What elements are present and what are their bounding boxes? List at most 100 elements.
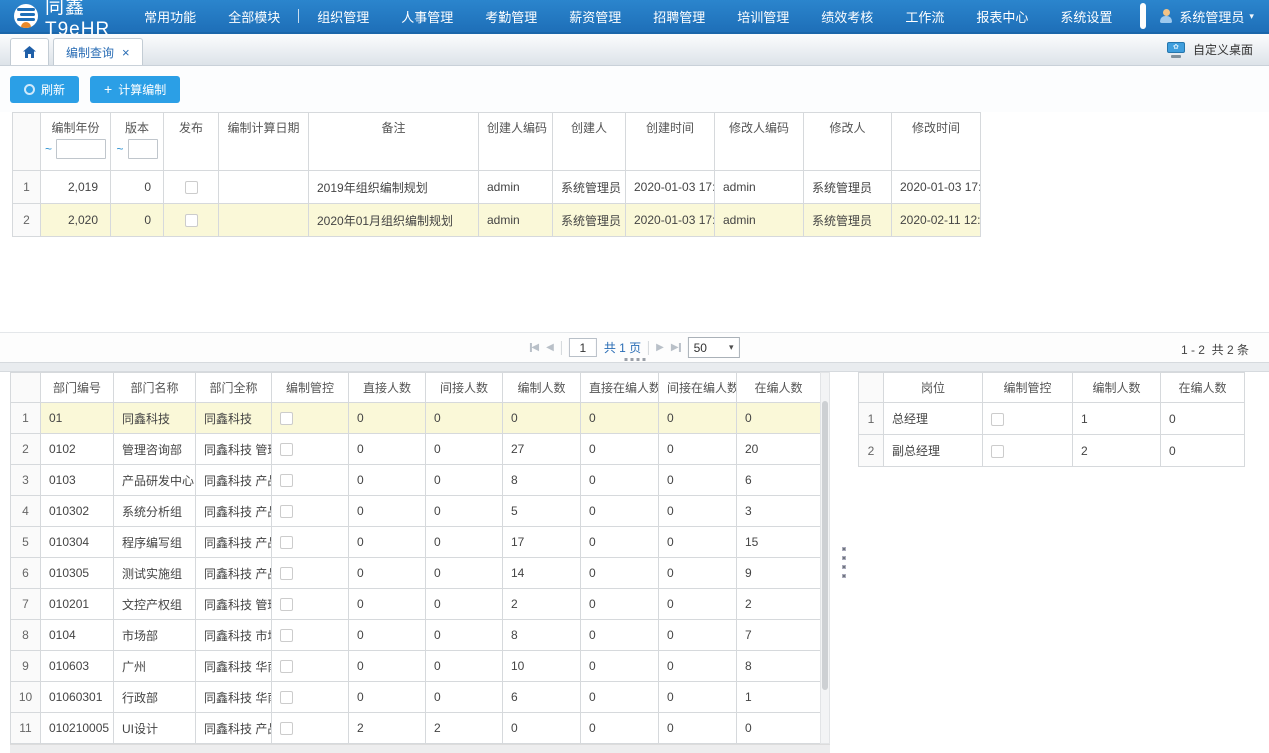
horizontal-splitter[interactable] [0, 362, 1269, 372]
header-dept-code[interactable]: 部门编号 [41, 373, 114, 403]
quota-control-checkbox[interactable] [280, 443, 293, 456]
department-row[interactable]: 5 010304 程序编写组 同鑫科技 产品研发 0 0 17 0 0 15 [11, 527, 821, 558]
customize-desktop-button[interactable]: 自定义桌面 [1166, 34, 1253, 65]
menu-item-organization[interactable]: 组织管理 [301, 0, 385, 32]
quota-control-checkbox[interactable] [280, 505, 293, 518]
menu-item-performance[interactable]: 绩效考核 [805, 0, 889, 32]
quota-control-checkbox[interactable] [280, 412, 293, 425]
header-creator[interactable]: 创建人 [553, 113, 626, 171]
department-row[interactable]: 6 010305 测试实施组 同鑫科技 产品研发 0 0 14 0 0 9 [11, 558, 821, 589]
quota-control-checkbox[interactable] [280, 722, 293, 735]
menu-item-recruit[interactable]: 招聘管理 [637, 0, 721, 32]
first-page-button[interactable]: ◀ [529, 342, 539, 353]
cell-dept-code: 010304 [41, 527, 114, 558]
quota-control-checkbox[interactable] [280, 660, 293, 673]
cell-onboard-count: 0 [737, 713, 821, 744]
tab-bianzhi-query[interactable]: 编制查询 × [53, 38, 143, 65]
quota-control-checkbox[interactable] [280, 567, 293, 580]
quota-control-checkbox[interactable] [280, 536, 293, 549]
cell-direct-onboard: 0 [581, 651, 659, 682]
header-quota-control[interactable]: 编制管控 [983, 373, 1073, 403]
menu-item-common[interactable]: 常用功能 [128, 0, 212, 32]
row-number: 2 [13, 204, 41, 237]
post-row[interactable]: 2 副总经理 2 0 [859, 435, 1245, 467]
tab-home[interactable] [10, 38, 49, 65]
department-row[interactable]: 11 010210005 UI设计 同鑫科技 产品研发 2 2 0 0 0 0 [11, 713, 821, 744]
last-page-button[interactable]: ▶ [671, 342, 681, 353]
publish-checkbox[interactable] [185, 181, 198, 194]
header-direct-onboard[interactable]: 直接在编人数 [581, 373, 659, 403]
header-version[interactable]: 版本 ~ [111, 113, 164, 171]
header-create-time[interactable]: 创建时间 [626, 113, 715, 171]
page-size-select[interactable]: 50 ▾ [688, 337, 740, 358]
department-row[interactable]: 10 01060301 行政部 同鑫科技 华南基地 0 0 6 0 0 1 [11, 682, 821, 713]
header-onboard-count[interactable]: 在编人数 [1161, 373, 1245, 403]
header-creator-code[interactable]: 创建人编码 [479, 113, 553, 171]
header-indirect-count[interactable]: 间接人数 [426, 373, 503, 403]
year-filter-input[interactable] [56, 139, 106, 159]
header-publish[interactable]: 发布 [164, 113, 219, 171]
header-remark[interactable]: 备注 [309, 113, 479, 171]
header-post[interactable]: 岗位 [884, 373, 983, 403]
plan-table-row[interactable]: 2 2,020 0 2020年01月组织编制规划 admin 系统管理员 202… [13, 204, 981, 237]
header-quota-count[interactable]: 编制人数 [503, 373, 581, 403]
menu-item-reports[interactable]: 报表中心 [960, 0, 1044, 32]
menu-item-settings[interactable]: 系统设置 [1044, 0, 1128, 32]
splitter-drag-handle[interactable] [842, 547, 846, 578]
header-indirect-onboard[interactable]: 间接在编人数 [659, 373, 737, 403]
header-modifier-code[interactable]: 修改人编码 [715, 113, 804, 171]
close-icon[interactable]: × [122, 46, 130, 59]
department-row[interactable]: 1 01 同鑫科技 同鑫科技 0 0 0 0 0 0 [11, 403, 821, 434]
row-number: 5 [11, 527, 41, 558]
header-dept-name[interactable]: 部门名称 [114, 373, 196, 403]
menu-item-attendance[interactable]: 考勤管理 [469, 0, 553, 32]
header-dept-fullname[interactable]: 部门全称 [196, 373, 272, 403]
quota-control-checkbox[interactable] [280, 598, 293, 611]
cell-indirect-onboard: 0 [659, 620, 737, 651]
department-row[interactable]: 4 010302 系统分析组 同鑫科技 产品研发 0 0 5 0 0 3 [11, 496, 821, 527]
plan-table-row[interactable]: 1 2,019 0 2019年组织编制规划 admin 系统管理员 2020-0… [13, 171, 981, 204]
department-row[interactable]: 2 0102 管理咨询部 同鑫科技 管理咨询 0 0 27 0 0 20 [11, 434, 821, 465]
row-number: 9 [11, 651, 41, 682]
publish-checkbox[interactable] [185, 214, 198, 227]
refresh-button[interactable]: 刷新 [10, 76, 79, 103]
scrollbar-thumb[interactable] [822, 401, 828, 690]
post-row[interactable]: 1 总经理 1 0 [859, 403, 1245, 435]
prev-page-button[interactable]: ◀ [546, 342, 554, 353]
vertical-splitter[interactable] [830, 372, 858, 753]
vertical-scrollbar[interactable] [820, 372, 830, 744]
row-number: 6 [11, 558, 41, 589]
quota-control-checkbox[interactable] [991, 413, 1004, 426]
version-filter-input[interactable] [128, 139, 158, 159]
splitter-drag-handle[interactable] [624, 358, 645, 361]
header-quota-control[interactable]: 编制管控 [272, 373, 349, 403]
horizontal-scrollbar[interactable] [10, 744, 830, 753]
user-menu[interactable]: 系统管理员 ▾ [1146, 7, 1267, 26]
department-row[interactable]: 7 010201 文控产权组 同鑫科技 管理咨询 0 0 2 0 0 2 [11, 589, 821, 620]
quota-control-checkbox[interactable] [280, 629, 293, 642]
department-row[interactable]: 9 010603 广州 同鑫科技 华南基地 0 0 10 0 0 8 [11, 651, 821, 682]
menu-item-workflow[interactable]: 工作流 [889, 0, 960, 32]
cell-dept-code: 010603 [41, 651, 114, 682]
header-calc-date[interactable]: 编制计算日期 [219, 113, 309, 171]
header-onboard-count[interactable]: 在编人数 [737, 373, 821, 403]
header-modifier[interactable]: 修改人 [804, 113, 892, 171]
menu-item-salary[interactable]: 薪资管理 [553, 0, 637, 32]
header-quota-count[interactable]: 编制人数 [1073, 373, 1161, 403]
header-year[interactable]: 编制年份 ~ [41, 113, 111, 171]
menu-item-training[interactable]: 培训管理 [721, 0, 805, 32]
menu-item-personnel[interactable]: 人事管理 [385, 0, 469, 32]
menu-item-all-modules[interactable]: 全部模块 [212, 0, 296, 32]
page-input[interactable] [569, 338, 597, 357]
quota-control-checkbox[interactable] [280, 691, 293, 704]
department-row[interactable]: 8 0104 市场部 同鑫科技 市场部 0 0 8 0 0 7 [11, 620, 821, 651]
quota-control-checkbox[interactable] [991, 445, 1004, 458]
department-row[interactable]: 3 0103 产品研发中心 同鑫科技 产品研发 0 0 8 0 0 6 [11, 465, 821, 496]
header-direct-count[interactable]: 直接人数 [349, 373, 426, 403]
calculate-button[interactable]: + 计算编制 [90, 76, 180, 103]
cell-direct-onboard: 0 [581, 527, 659, 558]
header-modify-time[interactable]: 修改时间 [892, 113, 981, 171]
cell-dept-fullname: 同鑫科技 华南基地 [196, 682, 272, 713]
next-page-button[interactable]: ▶ [656, 342, 664, 353]
quota-control-checkbox[interactable] [280, 474, 293, 487]
